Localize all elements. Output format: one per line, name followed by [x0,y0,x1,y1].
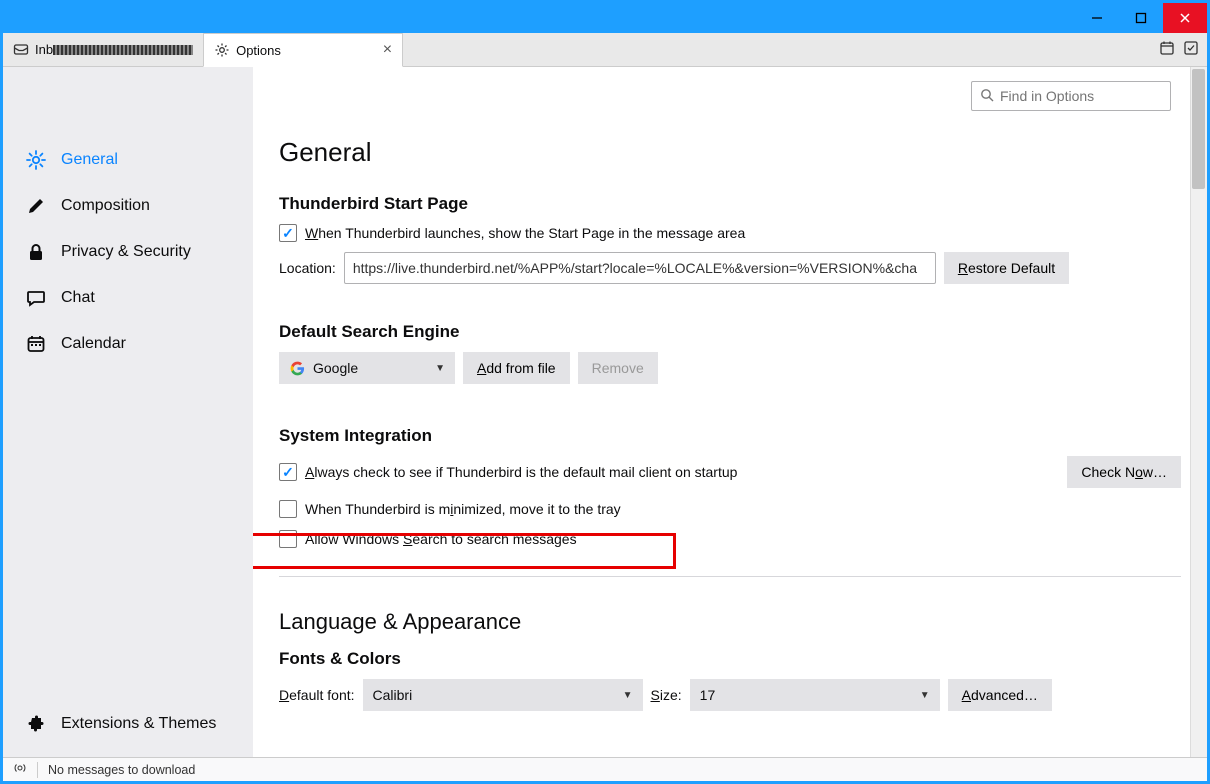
tab-inbox[interactable]: Inb [3,32,203,66]
default-font-select[interactable]: Calibri▼ [363,679,643,711]
checkbox-label: When Thunderbird is minimized, move it t… [305,501,621,517]
tab-close-icon[interactable]: × [383,41,392,59]
maximize-button[interactable] [1119,3,1163,33]
gear-icon [214,42,230,58]
advanced-fonts-button[interactable]: Advanced… [948,679,1052,711]
chevron-down-icon: ▼ [435,363,445,374]
search-input[interactable] [1000,88,1181,104]
font-size-select[interactable]: 17▼ [690,679,940,711]
checkbox-label: Always check to see if Thunderbird is th… [305,464,737,480]
sidebar-item-label: Extensions & Themes [61,715,216,733]
chevron-down-icon: ▼ [623,690,633,701]
size-label: Size: [651,687,682,703]
sidebar-item-privacy[interactable]: Privacy & Security [3,229,253,275]
sidebar-item-general[interactable]: General [3,137,253,183]
tab-inbox-label: Inb [35,42,193,57]
redacted-text [53,45,193,55]
checkbox-windows-search[interactable] [279,530,297,548]
sidebar-item-label: Calendar [61,335,126,353]
minimize-button[interactable] [1075,3,1119,33]
search-engine-select[interactable]: Google ▼ [279,352,455,384]
location-input[interactable]: https://live.thunderbird.net/%APP%/start… [344,252,936,284]
location-label: Location: [279,260,336,276]
checkbox-minimize-to-tray[interactable] [279,500,297,518]
tab-options[interactable]: Options × [203,33,403,67]
tab-options-label: Options [236,43,377,58]
checkbox-show-start-page[interactable] [279,224,297,242]
search-options[interactable] [971,81,1171,111]
tab-bar: Inb Options × [3,33,1207,67]
sidebar-item-chat[interactable]: Chat [3,275,253,321]
section-search-engine: Default Search Engine [279,322,1181,342]
sidebar-item-calendar[interactable]: Calendar [3,321,253,367]
window-close-button[interactable] [1163,3,1207,33]
default-font-label: Default font: [279,687,355,703]
sidebar-item-label: Chat [61,289,95,307]
section-language-appearance: Language & Appearance [279,609,1181,635]
inbox-icon [13,41,29,57]
checkbox-default-client[interactable] [279,463,297,481]
page-title: General [279,137,1181,168]
checkbox-label: When Thunderbird launches, show the Star… [305,225,745,241]
status-text: No messages to download [48,763,195,777]
tasks-toolbar-icon[interactable] [1183,40,1201,58]
titlebar [3,3,1207,33]
sidebar: General Composition Privacy & Security C… [3,67,253,757]
sidebar-item-extensions[interactable]: Extensions & Themes [3,701,253,757]
checkbox-label: Allow Windows Search to search messages [305,531,577,547]
sidebar-item-label: Privacy & Security [61,243,191,261]
content-pane: General Thunderbird Start Page When Thun… [253,67,1207,757]
chat-icon [25,287,47,309]
divider [279,576,1181,577]
pencil-icon [25,195,47,217]
sidebar-item-composition[interactable]: Composition [3,183,253,229]
activity-icon [13,761,27,778]
check-now-button[interactable]: Check Noow…w… [1067,456,1181,488]
calendar-icon [25,333,47,355]
restore-default-button[interactable]: Restore Default [944,252,1069,284]
search-icon [980,88,994,105]
section-system-integration: System Integration [279,426,1181,446]
puzzle-icon [25,713,47,735]
google-icon [289,360,305,376]
sidebar-item-label: General [61,151,118,169]
section-fonts-colors: Fonts & Colors [279,649,1181,669]
chevron-down-icon: ▼ [920,690,930,701]
remove-engine-button: Remove [578,352,658,384]
status-bar: No messages to download [3,757,1207,781]
section-start-page: Thunderbird Start Page [279,194,1181,214]
calendar-toolbar-icon[interactable] [1159,40,1177,58]
sidebar-item-label: Composition [61,197,150,215]
gear-icon [25,149,47,171]
add-from-file-button[interactable]: Add from file [463,352,570,384]
lock-icon [25,241,47,263]
